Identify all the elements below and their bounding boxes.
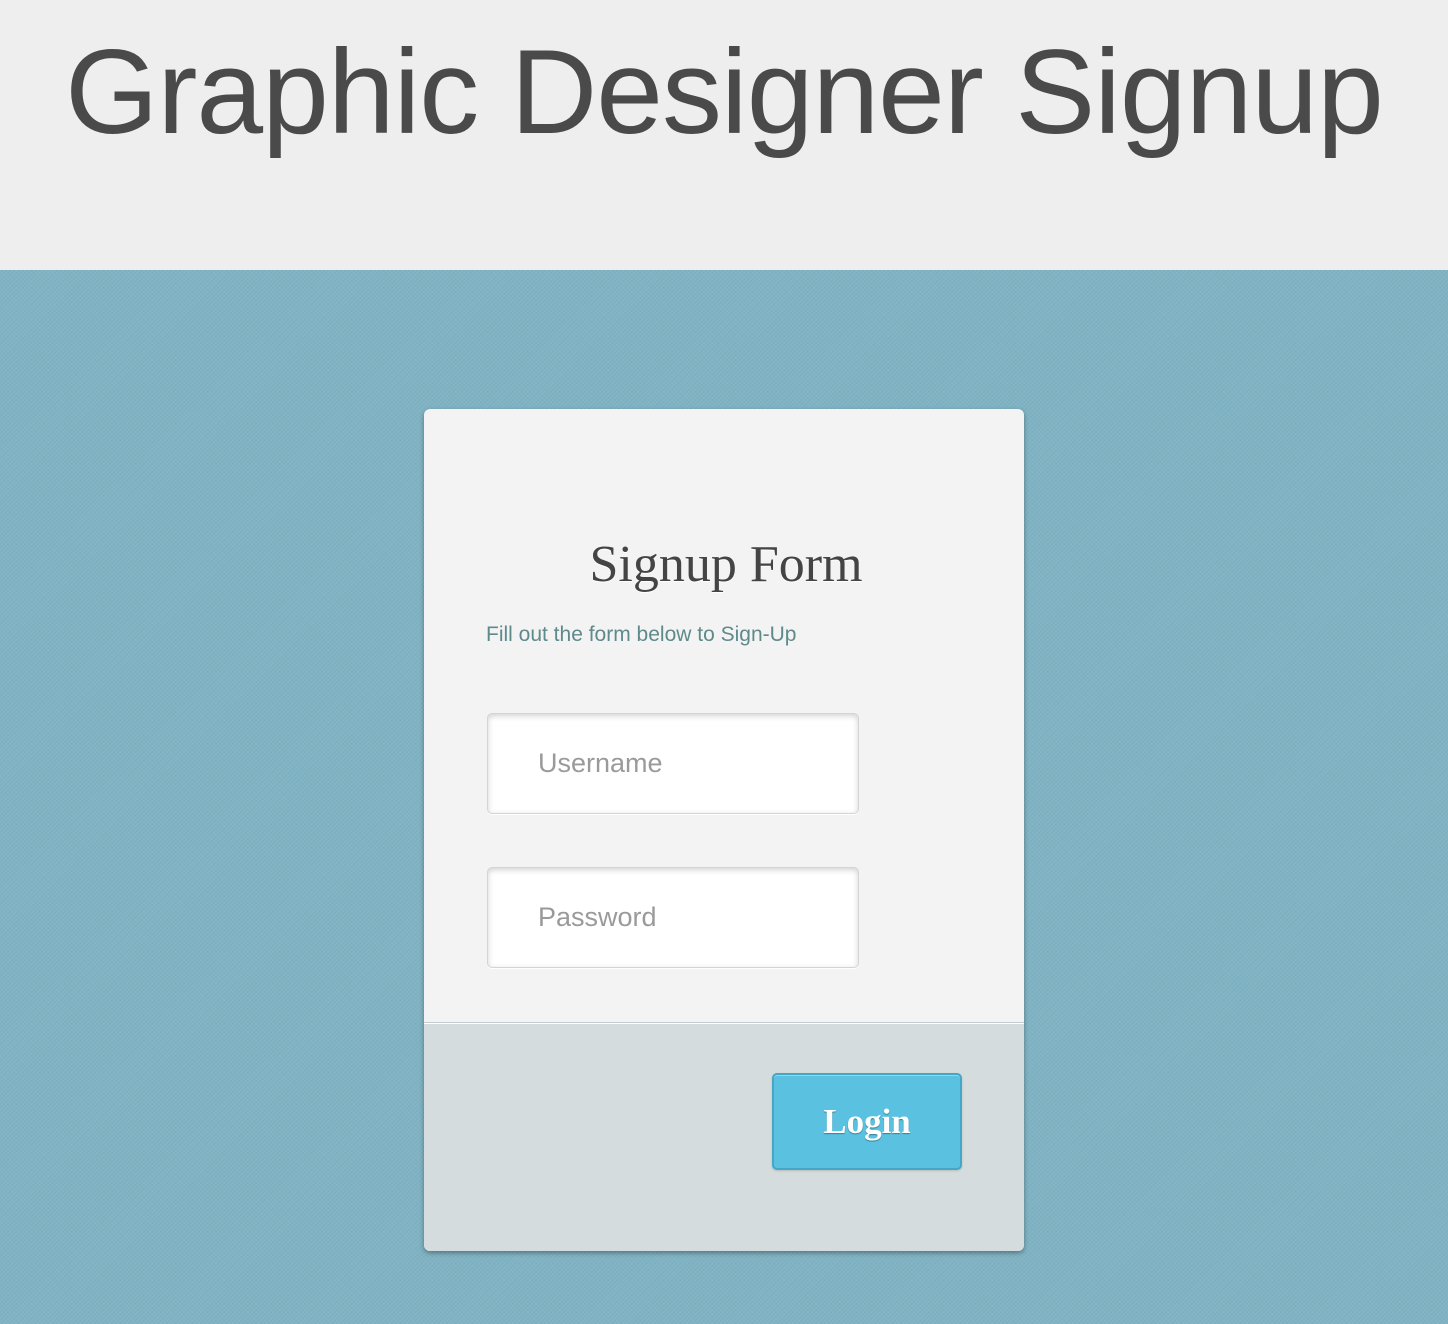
form-subtitle: Fill out the form below to Sign-Up [486, 623, 797, 646]
top-header: Graphic Designer Signup [0, 0, 1448, 270]
signup-card-footer: Login [424, 1022, 1024, 1251]
form-title: Signup Form [589, 536, 863, 593]
login-button[interactable]: Login [772, 1073, 962, 1170]
signup-card-body: Signup Form Fill out the form below to S… [424, 409, 1024, 1022]
signup-card: Signup Form Fill out the form below to S… [424, 409, 1024, 1251]
page-title: Graphic Designer Signup [65, 25, 1384, 159]
username-input[interactable] [487, 713, 859, 814]
password-input[interactable] [487, 867, 859, 968]
